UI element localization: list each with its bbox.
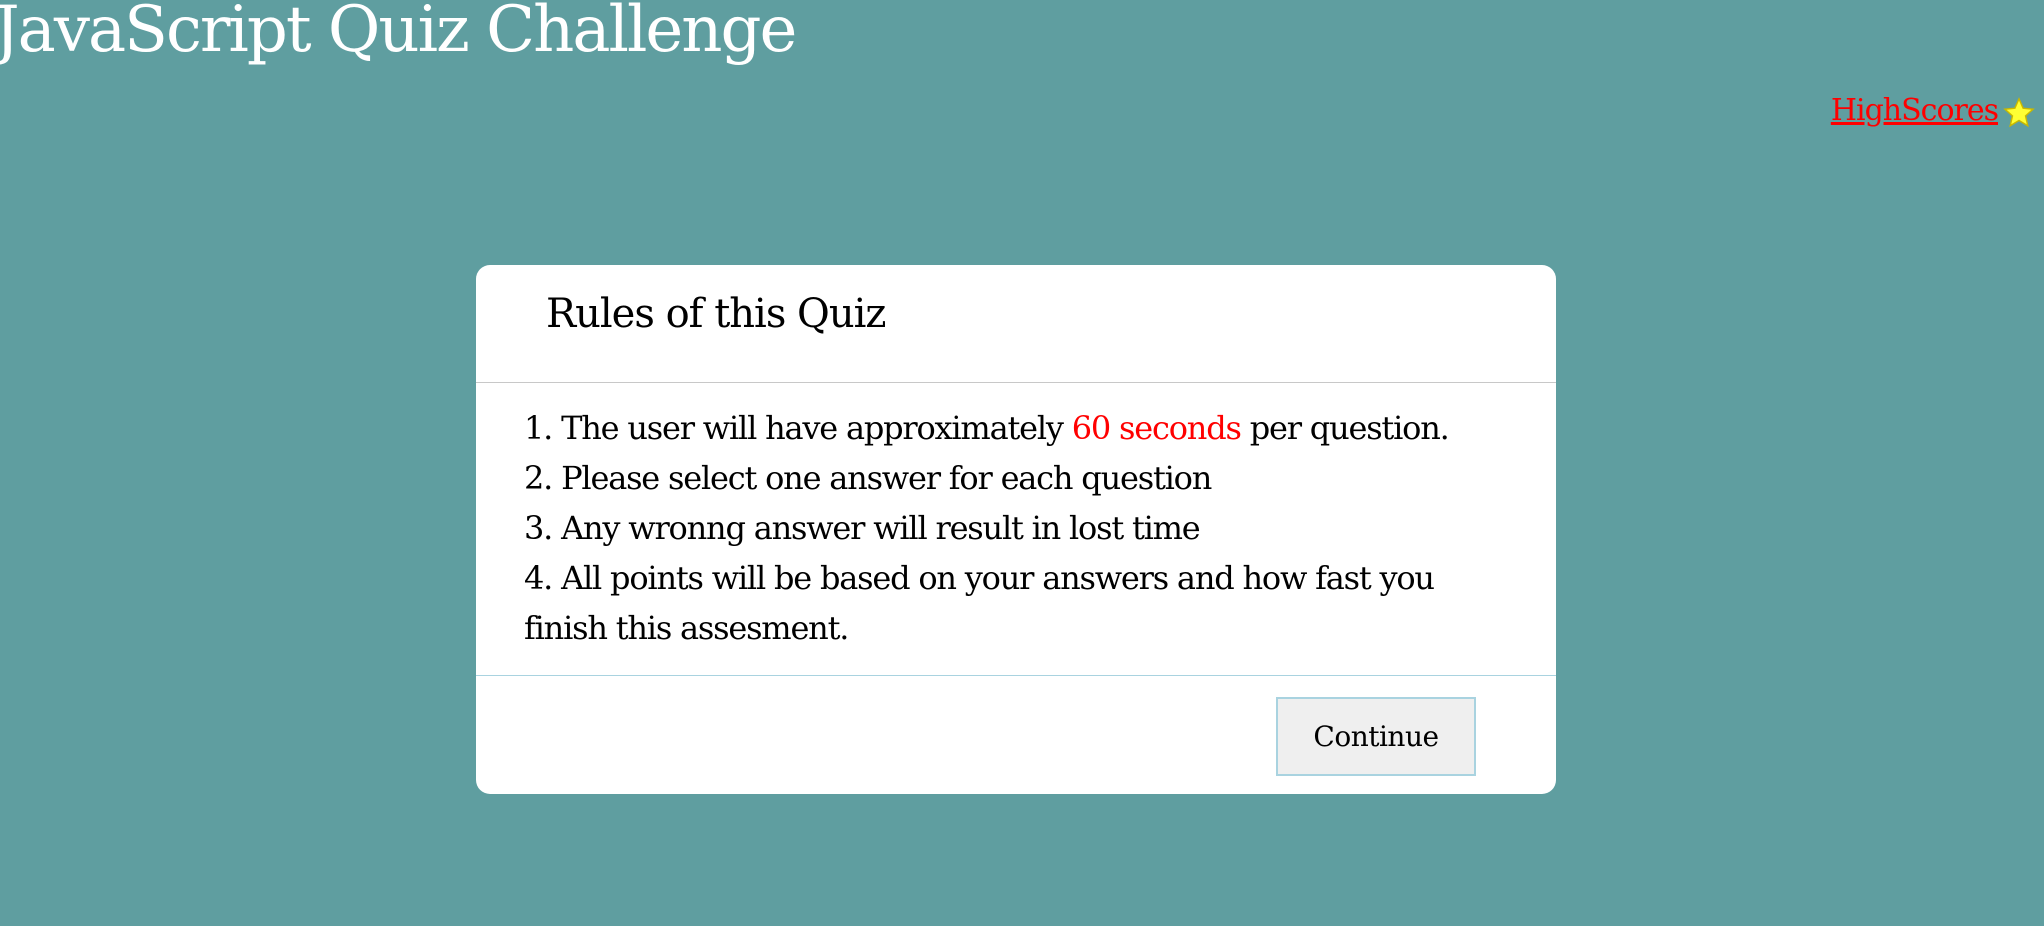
rules-modal: Rules of this Quiz 1. The user will have… — [476, 265, 1556, 794]
rule-item: 2. Please select one answer for each que… — [524, 459, 1212, 497]
modal-footer: Continue — [476, 676, 1556, 794]
modal-header: Rules of this Quiz — [476, 265, 1556, 383]
modal-body: 1. The user will have approximately 60 s… — [476, 383, 1556, 676]
time-limit-highlight: 60 seconds — [1071, 409, 1242, 447]
rule-text: per question. — [1240, 409, 1450, 447]
rule-item: 3. Any wronng answer will result in lost… — [524, 509, 1201, 547]
continue-button[interactable]: Continue — [1276, 697, 1476, 776]
rule-text: 1. The user will have approximately — [524, 409, 1072, 447]
modal-title: Rules of this Quiz — [546, 291, 886, 337]
rule-item: 4. All points will be based on your answ… — [524, 559, 1435, 647]
highscores-nav: HighScores — [1831, 90, 2036, 130]
star-icon[interactable] — [2002, 96, 2036, 130]
rule-item: 1. The user will have approximately 60 s… — [524, 403, 1466, 453]
app-title: JavaScript Quiz Challenge — [0, 0, 797, 67]
rules-list: 1. The user will have approximately 60 s… — [524, 403, 1466, 653]
highscores-link[interactable]: HighScores — [1831, 93, 1999, 128]
